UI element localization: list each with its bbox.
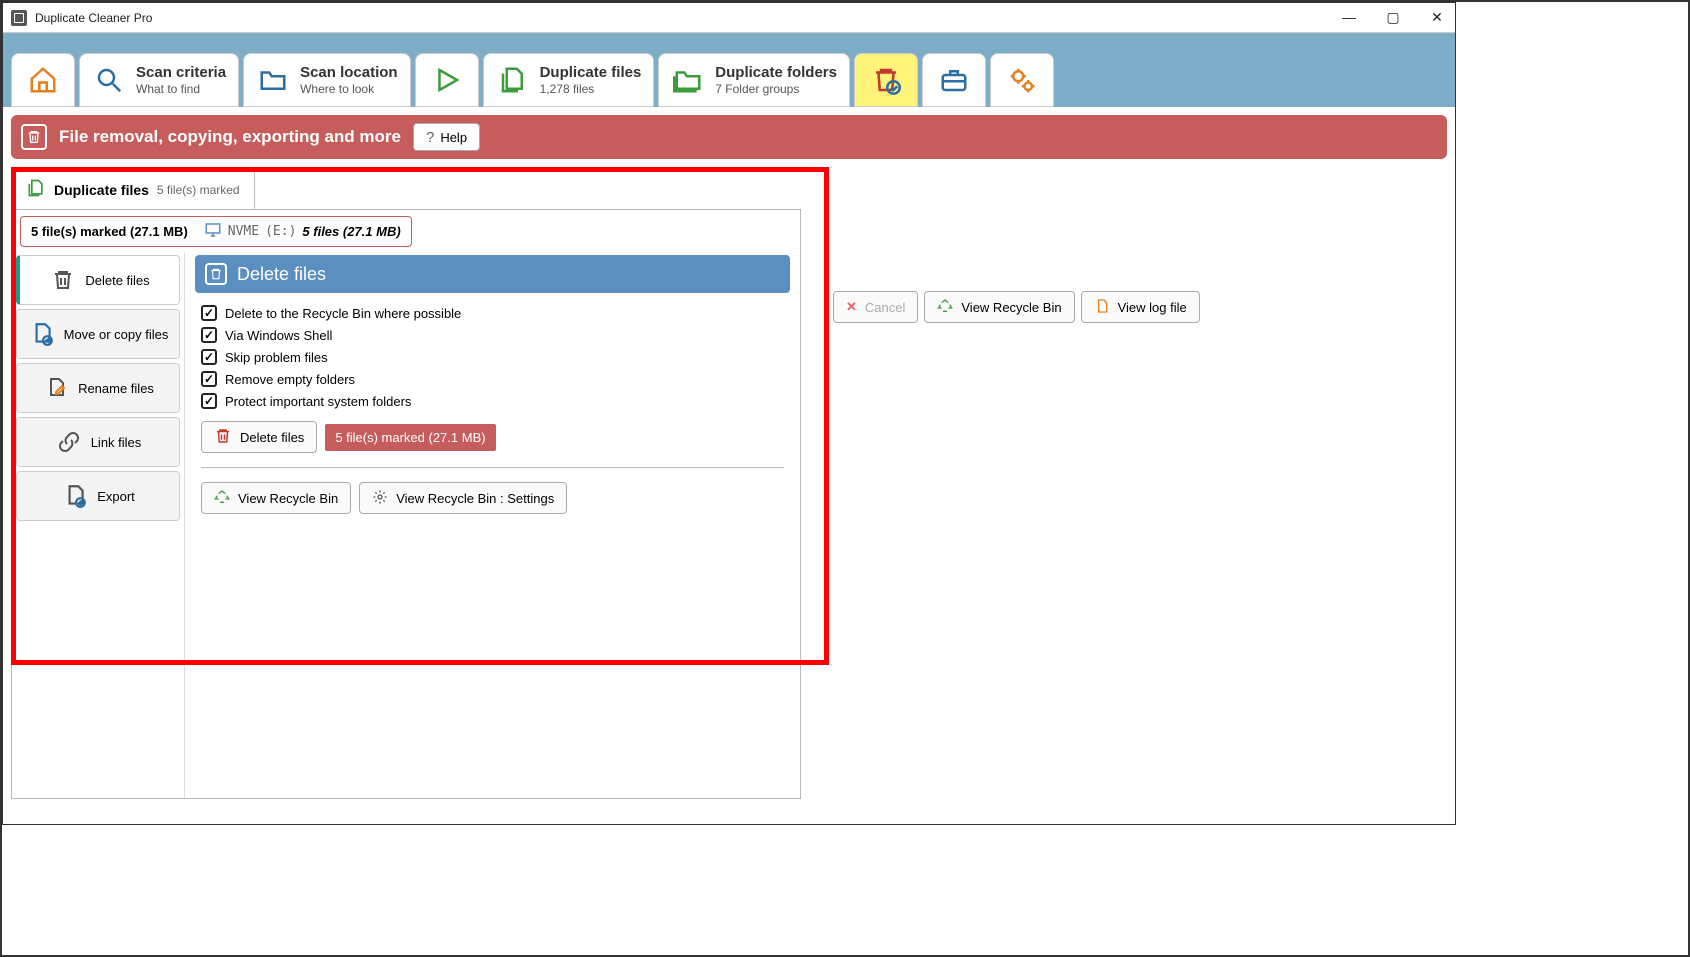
cancel-button[interactable]: ✕ Cancel xyxy=(833,291,918,323)
removal-button[interactable] xyxy=(854,53,918,107)
view-bin-label-right: View Recycle Bin xyxy=(961,300,1061,315)
trash-icon xyxy=(205,263,227,285)
separator xyxy=(201,467,784,468)
delete-files-button[interactable]: Delete files xyxy=(201,421,317,453)
app-icon xyxy=(11,10,27,26)
view-bin-label: View Recycle Bin xyxy=(238,491,338,506)
view-log-label: View log file xyxy=(1118,300,1187,315)
check-label: Via Windows Shell xyxy=(225,328,332,343)
play-icon xyxy=(430,63,464,97)
minimize-button[interactable]: — xyxy=(1339,9,1359,26)
help-button[interactable]: ? Help xyxy=(413,123,480,151)
side-delete-files[interactable]: Delete files xyxy=(16,255,180,305)
search-icon xyxy=(92,63,126,97)
trash-icon xyxy=(21,124,47,150)
scan-now-button[interactable] xyxy=(415,53,479,107)
side-label: Move or copy files xyxy=(64,327,169,342)
cancel-label: Cancel xyxy=(865,300,905,315)
folder-icon xyxy=(256,63,290,97)
file-icon xyxy=(1094,298,1110,317)
marked-badge: 5 file(s) marked (27.1 MB) xyxy=(325,424,495,451)
delete-files-label: Delete files xyxy=(240,430,304,445)
folders-icon xyxy=(671,63,705,97)
action-side-nav: Delete files Move or copy files Rename f… xyxy=(12,253,184,798)
check-label: Delete to the Recycle Bin where possible xyxy=(225,306,461,321)
check-label: Remove empty folders xyxy=(225,372,355,387)
side-label: Delete files xyxy=(85,273,149,288)
panel-title: Delete files xyxy=(237,264,326,285)
tab-sub: 5 file(s) marked xyxy=(157,183,240,197)
file-edit-icon xyxy=(42,374,70,402)
check-skip-problem[interactable]: ✓Skip problem files xyxy=(201,349,784,365)
tab-label: Duplicate files xyxy=(54,182,149,198)
check-label: Skip problem files xyxy=(225,350,328,365)
briefcase-icon xyxy=(937,63,971,97)
recycle-icon xyxy=(937,298,953,317)
file-download-icon xyxy=(61,482,89,510)
trash-icon xyxy=(49,266,77,294)
marked-summary: 5 file(s) marked (27.1 MB) xyxy=(31,224,188,239)
dup-files-title: Duplicate files xyxy=(540,64,642,82)
view-recycle-bin-button[interactable]: View Recycle Bin xyxy=(201,482,351,514)
titlebar: Duplicate Cleaner Pro — ▢ ✕ xyxy=(3,3,1455,33)
home-button[interactable] xyxy=(11,53,75,107)
dup-folders-title: Duplicate folders xyxy=(715,64,837,82)
scan-location-title: Scan location xyxy=(300,64,398,82)
side-export[interactable]: Export xyxy=(16,471,180,521)
help-label: Help xyxy=(440,130,467,145)
recycle-icon xyxy=(214,489,230,508)
scan-criteria-sub: What to find xyxy=(136,82,226,96)
check-remove-empty[interactable]: ✓Remove empty folders xyxy=(201,371,784,387)
check-recycle-bin[interactable]: ✓Delete to the Recycle Bin where possibl… xyxy=(201,305,784,321)
drive-letter: (E:) xyxy=(265,224,296,239)
close-icon: ✕ xyxy=(846,299,857,315)
drive-info[interactable]: NVME (E:) 5 files (27.1 MB) xyxy=(204,221,401,242)
check-protect-system[interactable]: ✓Protect important system folders xyxy=(201,393,784,409)
drive-label: NVME xyxy=(228,224,259,239)
view-recycle-bin-settings-button[interactable]: View Recycle Bin : Settings xyxy=(359,482,567,514)
dup-files-sub: 1,278 files xyxy=(540,82,642,96)
scan-criteria-button[interactable]: Scan criteria What to find xyxy=(79,53,239,107)
check-windows-shell[interactable]: ✓Via Windows Shell xyxy=(201,327,784,343)
settings-button[interactable] xyxy=(990,53,1054,107)
link-icon xyxy=(55,428,83,456)
check-label: Protect important system folders xyxy=(225,394,411,409)
view-log-file-button[interactable]: View log file xyxy=(1081,291,1200,323)
section-header: File removal, copying, exporting and mor… xyxy=(11,115,1447,159)
file-arrow-icon xyxy=(28,320,56,348)
view-recycle-bin-button-right[interactable]: View Recycle Bin xyxy=(924,291,1074,323)
gears-icon xyxy=(1005,63,1039,97)
side-label: Link files xyxy=(91,435,142,450)
side-label: Rename files xyxy=(78,381,154,396)
maximize-button[interactable]: ▢ xyxy=(1383,9,1403,26)
trash-icon xyxy=(214,427,232,448)
side-rename-files[interactable]: Rename files xyxy=(16,363,180,413)
tab-duplicate-files[interactable]: Duplicate files 5 file(s) marked xyxy=(11,167,255,209)
view-bin-settings-label: View Recycle Bin : Settings xyxy=(396,491,554,506)
side-move-files[interactable]: Move or copy files xyxy=(16,309,180,359)
scan-criteria-title: Scan criteria xyxy=(136,64,226,82)
monitor-icon xyxy=(204,221,222,242)
side-label: Export xyxy=(97,489,135,504)
dup-folders-sub: 7 Folder groups xyxy=(715,82,837,96)
section-title: File removal, copying, exporting and mor… xyxy=(59,127,401,147)
home-icon xyxy=(26,63,60,97)
duplicate-files-button[interactable]: Duplicate files 1,278 files xyxy=(483,53,655,107)
duplicate-folders-button[interactable]: Duplicate folders 7 Folder groups xyxy=(658,53,850,107)
side-link-files[interactable]: Link files xyxy=(16,417,180,467)
toolbox-button[interactable] xyxy=(922,53,986,107)
files-small-icon xyxy=(26,178,46,201)
scan-location-button[interactable]: Scan location Where to look xyxy=(243,53,411,107)
close-button[interactable]: ✕ xyxy=(1427,9,1447,26)
trash-arrow-icon xyxy=(869,63,903,97)
files-icon xyxy=(496,63,530,97)
panel-header: Delete files xyxy=(195,255,790,293)
marked-summary-bar: 5 file(s) marked (27.1 MB) NVME (E:) 5 f… xyxy=(20,216,412,247)
app-title: Duplicate Cleaner Pro xyxy=(35,11,152,25)
help-icon: ? xyxy=(426,129,434,146)
main-toolbar: Scan criteria What to find Scan location… xyxy=(3,33,1455,107)
scan-location-sub: Where to look xyxy=(300,82,398,96)
drive-files: 5 files (27.1 MB) xyxy=(302,224,400,239)
gear-icon xyxy=(372,489,388,508)
